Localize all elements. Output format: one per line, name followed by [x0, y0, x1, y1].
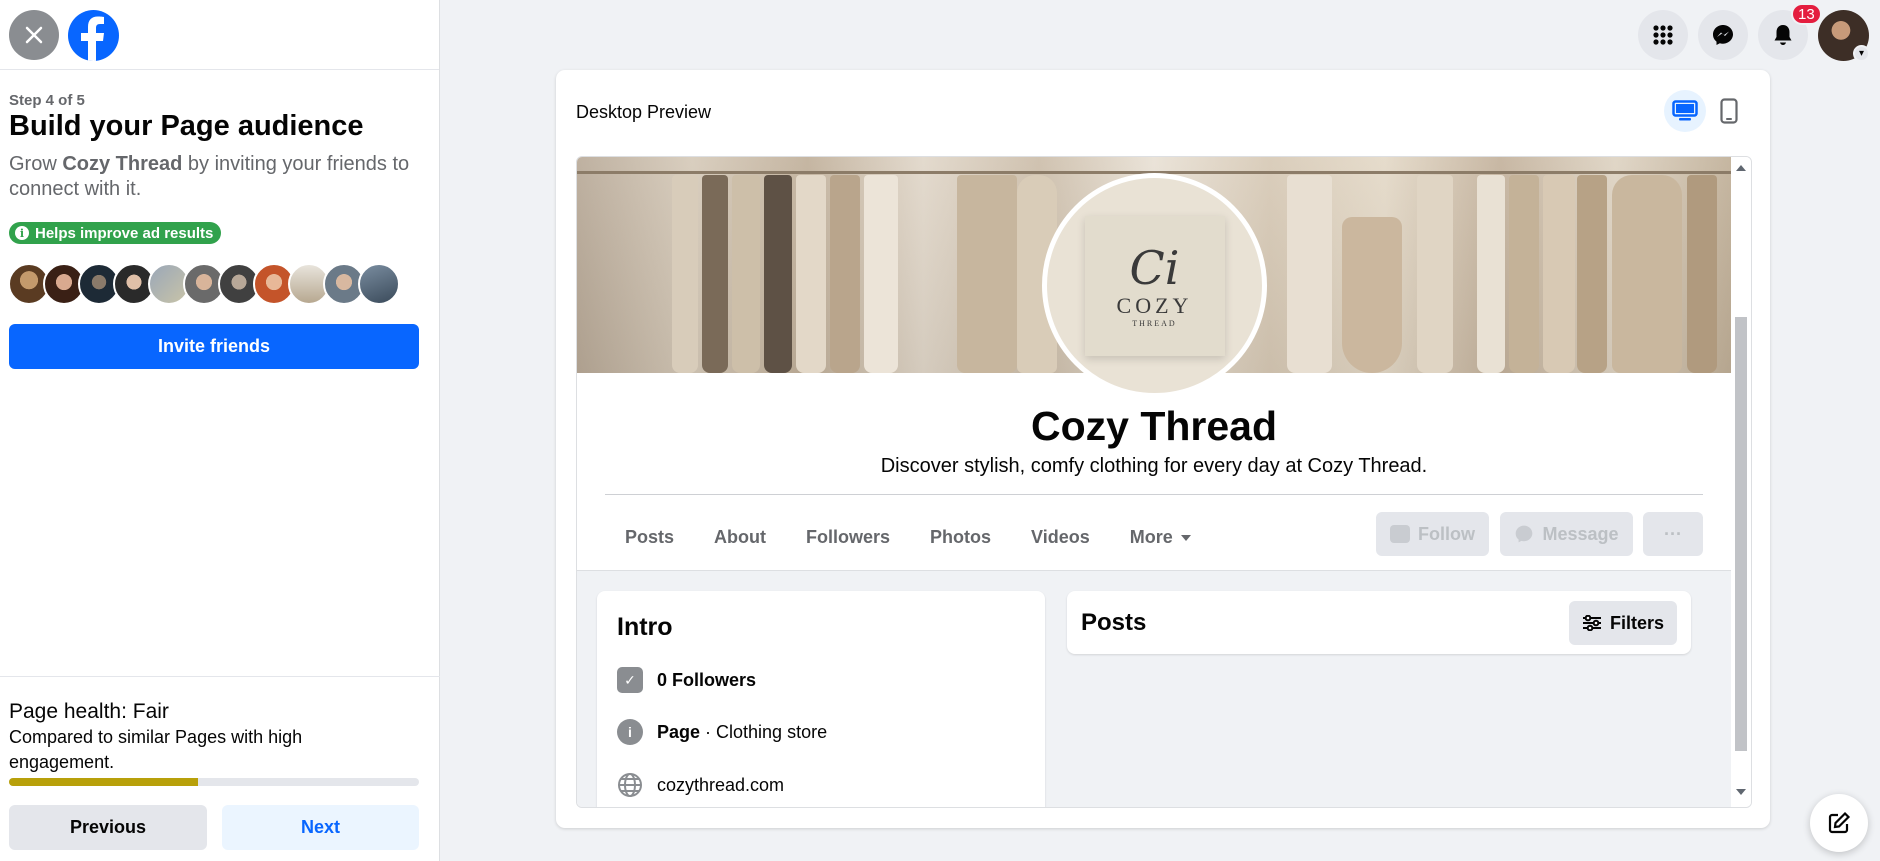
messenger-button[interactable] — [1698, 10, 1748, 60]
panel-title: Build your Page audience — [9, 110, 364, 142]
menu-grid-icon — [1653, 25, 1673, 45]
info-icon: i — [15, 226, 29, 240]
next-button[interactable]: Next — [222, 805, 419, 850]
avatar — [358, 263, 400, 305]
intro-title: Intro — [617, 613, 673, 641]
page-health-bar-fill — [9, 778, 198, 786]
logo-script: Ci — [1129, 241, 1180, 295]
filters-button[interactable]: Filters — [1569, 601, 1677, 645]
scroll-up-arrow-icon[interactable] — [1736, 165, 1746, 171]
page-tabs: Posts About Followers Photos Videos More — [605, 507, 1211, 567]
scrollbar-thumb[interactable] — [1735, 317, 1747, 751]
checkbox-icon: ✓ — [617, 667, 643, 693]
filters-icon — [1582, 615, 1601, 631]
page-health-description: Compared to similar Pages with high enga… — [9, 727, 303, 772]
chevron-down-icon[interactable]: ▾ — [1853, 45, 1870, 62]
previous-button[interactable]: Previous — [9, 805, 207, 850]
page-name: Cozy Thread — [1030, 403, 1278, 449]
facebook-logo-icon[interactable] — [68, 10, 119, 61]
messenger-icon — [1516, 525, 1533, 543]
menu-grid-button[interactable] — [1638, 10, 1688, 60]
notification-count-badge: 13 — [1791, 3, 1822, 25]
cozy-thread-logo: Ci COZY THREAD — [1084, 215, 1225, 356]
caret-down-icon — [1180, 535, 1191, 542]
intro-card: Intro ✓ 0 Followers i Page · Clothing st… — [597, 591, 1045, 807]
mobile-icon — [1720, 98, 1738, 124]
page-health-bar — [9, 778, 419, 786]
website-link[interactable]: cozythread.com — [657, 775, 784, 796]
close-button[interactable] — [9, 10, 59, 60]
left-panel: Step 4 of 5 Build your Page audience Gro… — [0, 0, 440, 861]
follow-icon — [1390, 525, 1410, 543]
tab-photos[interactable]: Photos — [910, 507, 1011, 567]
tab-posts[interactable]: Posts — [605, 507, 694, 567]
more-options-button[interactable]: ··· — [1643, 512, 1703, 556]
tab-about[interactable]: About — [694, 507, 786, 567]
posts-title: Posts — [1081, 609, 1147, 636]
followers-count: 0 Followers — [657, 669, 757, 690]
category-text: Page · Clothing store — [657, 722, 827, 743]
globe-icon — [617, 772, 643, 798]
friend-avatars — [8, 263, 400, 305]
page-profile-picture: Ci COZY THREAD — [1042, 173, 1267, 398]
tab-videos[interactable]: Videos — [1011, 507, 1110, 567]
page-preview-frame: Ci COZY THREAD Cozy Thread Discover styl… — [576, 156, 1752, 808]
desc-page-name: Cozy Thread — [62, 153, 183, 175]
invite-friends-button[interactable]: Invite friends — [9, 324, 419, 369]
page-health-title: Page health: Fair — [9, 700, 169, 723]
tab-followers[interactable]: Followers — [786, 507, 910, 567]
page-description: Discover stylish, comfy clothing for eve… — [880, 455, 1428, 477]
category-bold: Page — [657, 721, 701, 742]
intro-category: i Page · Clothing store — [617, 719, 827, 745]
message-button-label: Message — [1542, 523, 1619, 544]
follow-button[interactable]: Follow — [1376, 512, 1489, 556]
ad-results-badge-label: Helps improve ad results — [35, 224, 214, 242]
mobile-view-button[interactable] — [1708, 90, 1750, 132]
scrollbar[interactable] — [1731, 157, 1751, 807]
logo-subtext: THREAD — [1132, 319, 1177, 328]
divider — [605, 494, 1703, 495]
tab-more[interactable]: More — [1110, 507, 1211, 567]
new-message-button[interactable] — [1810, 794, 1868, 852]
panel-description: Grow Cozy Thread by inviting your friend… — [9, 152, 429, 202]
preview-title: Desktop Preview — [576, 102, 712, 122]
intro-website: cozythread.com — [617, 772, 784, 798]
desktop-view-button[interactable] — [1664, 90, 1706, 132]
compose-icon — [1828, 811, 1851, 834]
close-icon — [25, 26, 43, 44]
desktop-icon — [1672, 100, 1698, 121]
tab-more-label: More — [1129, 527, 1173, 547]
filters-label: Filters — [1609, 612, 1665, 633]
left-panel-header — [0, 0, 439, 70]
intro-followers: ✓ 0 Followers — [617, 667, 756, 693]
step-indicator: Step 4 of 5 — [9, 92, 85, 109]
message-button[interactable]: Message — [1500, 512, 1633, 556]
scroll-down-arrow-icon[interactable] — [1736, 789, 1746, 795]
messenger-icon — [1713, 25, 1733, 45]
info-icon: i — [617, 719, 643, 745]
category-rest: · Clothing store — [700, 721, 828, 742]
desc-prefix: Grow — [9, 153, 63, 175]
page-health-section: Page health: Fair Compared to similar Pa… — [0, 676, 440, 861]
preview-card: Desktop Preview Ci COZY THREAD Cozy Thre… — [556, 70, 1770, 828]
follow-button-label: Follow — [1418, 523, 1475, 544]
bell-icon — [1774, 25, 1792, 45]
logo-text: COZY — [1116, 293, 1193, 318]
ad-results-badge: i Helps improve ad results — [9, 222, 222, 244]
page-content: Intro ✓ 0 Followers i Page · Clothing st… — [577, 571, 1731, 807]
posts-card: Posts Filters — [1067, 591, 1691, 654]
